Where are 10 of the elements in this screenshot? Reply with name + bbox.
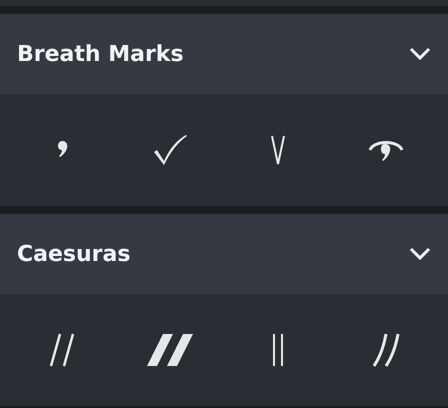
tick-icon [152,134,188,166]
section-header[interactable]: Breath Marks [0,14,448,94]
curved-double-slash-icon [372,333,400,367]
v-icon [270,134,286,166]
chevron-icon [409,247,431,261]
thick-double-slash-icon [147,333,193,367]
double-slash-icon [49,333,75,367]
chevron-icon [409,47,431,61]
double-bar-icon [271,333,285,367]
section-header[interactable]: Caesuras [0,214,448,294]
